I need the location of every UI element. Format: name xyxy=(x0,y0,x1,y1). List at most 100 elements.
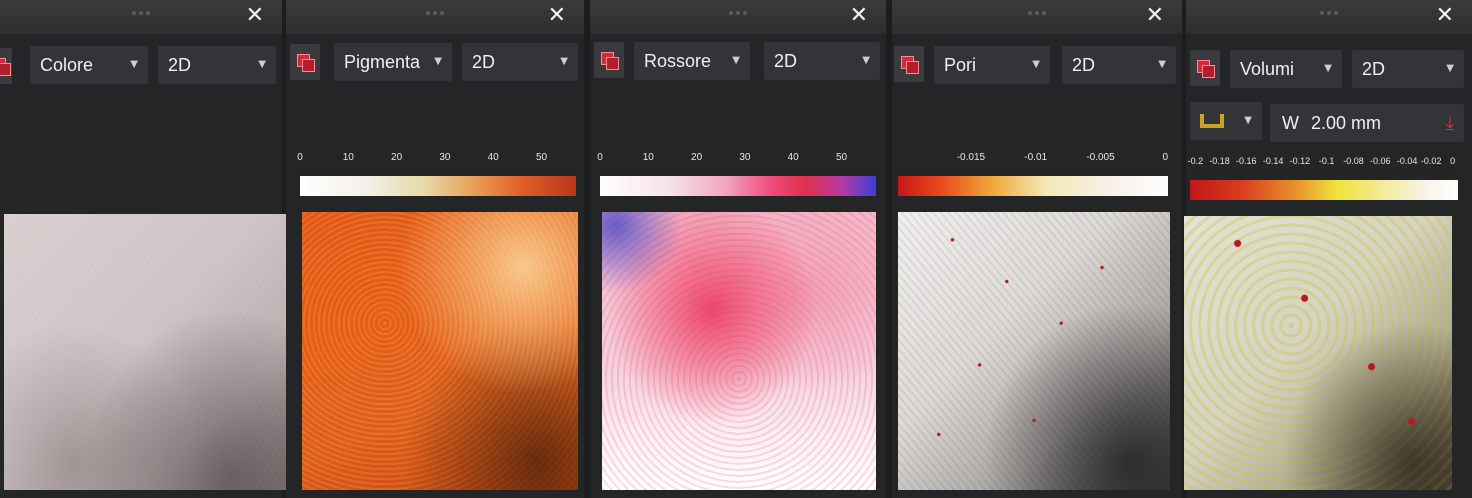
view-select[interactable]: 2D ▼ xyxy=(1062,46,1176,84)
width-label: W xyxy=(1282,112,1299,133)
chevron-down-icon: ▼ xyxy=(1244,115,1252,126)
panel-pori: ✕ Pori ▼ 2D ▼ -0.015 -0.01 -0.005 0 xyxy=(892,0,1182,498)
scale-label: 20 xyxy=(391,152,403,163)
mode-select[interactable]: Volumi ▼ xyxy=(1230,50,1342,88)
drag-handle-icon[interactable] xyxy=(1028,11,1046,15)
scale-label: 30 xyxy=(739,152,751,163)
mode-select[interactable]: Colore ▼ xyxy=(30,46,148,84)
view-select-value: 2D xyxy=(472,51,496,72)
layers-button[interactable] xyxy=(894,46,924,82)
drag-handle-icon[interactable] xyxy=(132,11,150,15)
pin-icon[interactable]: ⤓ xyxy=(1446,113,1454,134)
scale-label: -0.2 xyxy=(1187,156,1204,166)
color-scale-bar xyxy=(1190,180,1458,200)
panel-titlebar[interactable]: ✕ xyxy=(286,0,584,34)
scale-label: -0.18 xyxy=(1209,156,1230,166)
view-select[interactable]: 2D ▼ xyxy=(764,42,880,80)
chevron-down-icon: ▼ xyxy=(732,55,740,66)
color-scale: 0 10 20 30 40 50 xyxy=(597,152,876,198)
skin-image-rossore[interactable] xyxy=(602,212,876,490)
scale-label: 50 xyxy=(535,152,548,163)
chevron-down-icon: ▼ xyxy=(1324,63,1332,74)
scale-label: -0.01 xyxy=(1024,152,1048,163)
scale-label: 0 xyxy=(1450,156,1456,166)
drag-handle-icon[interactable] xyxy=(426,11,444,15)
scale-label: -0.08 xyxy=(1343,156,1364,166)
scale-label: 40 xyxy=(787,152,799,163)
mode-select-value: Volumi xyxy=(1240,58,1295,79)
chevron-down-icon: ▼ xyxy=(130,59,138,70)
view-select[interactable]: 2D ▼ xyxy=(158,46,276,84)
close-icon[interactable]: ✕ xyxy=(246,4,264,28)
layers-button[interactable] xyxy=(594,42,624,78)
layers-icon xyxy=(297,54,315,72)
panel-volumi: ✕ Volumi ▼ 2D ▼ ▼ W 2.00 mm ⤓ -0.2 -0.18… xyxy=(1184,0,1472,498)
chevron-down-icon: ▼ xyxy=(862,55,870,66)
mode-select[interactable]: Pori ▼ xyxy=(934,46,1050,84)
mode-select-value: Pori xyxy=(944,54,977,75)
panel-pigmenta: ✕ Pigmenta ▼ 2D ▼ 0 10 20 30 40 50 xyxy=(286,0,584,498)
width-field[interactable]: W 2.00 mm ⤓ xyxy=(1270,104,1464,142)
mode-select-value: Pigmenta xyxy=(344,51,421,72)
layers-button[interactable] xyxy=(0,48,12,84)
view-select[interactable]: 2D ▼ xyxy=(462,43,578,81)
mode-select[interactable]: Rossore ▼ xyxy=(634,42,750,80)
scale-label: 40 xyxy=(487,152,499,163)
panel-titlebar[interactable]: ✕ xyxy=(0,0,282,34)
close-icon[interactable]: ✕ xyxy=(1146,4,1164,28)
scale-label: 0 xyxy=(597,152,603,163)
scale-labels: -0.015 -0.01 -0.005 0 xyxy=(898,152,1168,166)
skin-image-volumi[interactable] xyxy=(1184,216,1452,490)
mode-select-value: Colore xyxy=(40,54,94,75)
close-icon[interactable]: ✕ xyxy=(1436,4,1454,28)
view-select-value: 2D xyxy=(1362,58,1386,79)
scale-label: -0.1 xyxy=(1318,156,1335,166)
panel-titlebar[interactable]: ✕ xyxy=(590,0,886,34)
color-scale: 0 10 20 30 40 50 xyxy=(297,152,576,198)
scale-label: 10 xyxy=(342,152,354,163)
layers-button[interactable] xyxy=(290,44,320,80)
skin-image-pori[interactable] xyxy=(898,212,1170,490)
measure-tool-select[interactable]: ▼ xyxy=(1190,102,1262,140)
mode-select[interactable]: Pigmenta ▼ xyxy=(334,43,452,81)
scale-labels: 0 10 20 30 40 50 xyxy=(597,152,876,166)
layers-icon xyxy=(0,58,11,76)
scale-label: -0.005 xyxy=(1086,152,1115,163)
layers-button[interactable] xyxy=(1190,50,1220,86)
color-scale-bar xyxy=(300,176,576,196)
chevron-down-icon: ▼ xyxy=(434,56,442,67)
mode-select-value: Rossore xyxy=(644,50,712,71)
layers-icon xyxy=(1197,60,1215,78)
chevron-down-icon: ▼ xyxy=(1446,63,1454,74)
scale-label: -0.015 xyxy=(956,152,986,163)
scale-label: 0 xyxy=(1162,152,1169,163)
width-value: 2.00 mm xyxy=(1311,112,1382,133)
chevron-down-icon: ▼ xyxy=(1032,59,1040,70)
scale-label: -0.14 xyxy=(1262,156,1284,166)
color-scale-bar xyxy=(898,176,1168,196)
view-select-value: 2D xyxy=(1072,54,1096,75)
close-icon[interactable]: ✕ xyxy=(850,4,868,28)
drag-handle-icon[interactable] xyxy=(729,11,747,15)
panel-titlebar[interactable]: ✕ xyxy=(1186,0,1472,34)
layers-icon xyxy=(901,56,919,74)
scale-label: 30 xyxy=(439,152,451,163)
scale-label: -0.06 xyxy=(1370,156,1391,166)
scale-labels: 0 10 20 30 40 50 xyxy=(297,152,576,166)
view-select-value: 2D xyxy=(168,54,192,75)
measure-tool-icon xyxy=(1200,114,1224,128)
panel-titlebar[interactable]: ✕ xyxy=(892,0,1182,34)
panel-rossore: ✕ Rossore ▼ 2D ▼ 0 10 20 30 40 50 xyxy=(590,0,886,498)
scale-label: 50 xyxy=(835,152,848,163)
chevron-down-icon: ▼ xyxy=(258,59,266,70)
skin-image-colore[interactable] xyxy=(4,214,286,490)
color-scale-bar xyxy=(600,176,876,196)
skin-image-pigmenta[interactable] xyxy=(302,212,578,490)
chevron-down-icon: ▼ xyxy=(560,56,568,67)
close-icon[interactable]: ✕ xyxy=(548,4,566,28)
scale-label: -0.02 xyxy=(1420,156,1442,166)
chevron-down-icon: ▼ xyxy=(1158,59,1166,70)
scale-label: -0.16 xyxy=(1236,156,1257,166)
drag-handle-icon[interactable] xyxy=(1320,11,1338,15)
view-select[interactable]: 2D ▼ xyxy=(1352,50,1464,88)
